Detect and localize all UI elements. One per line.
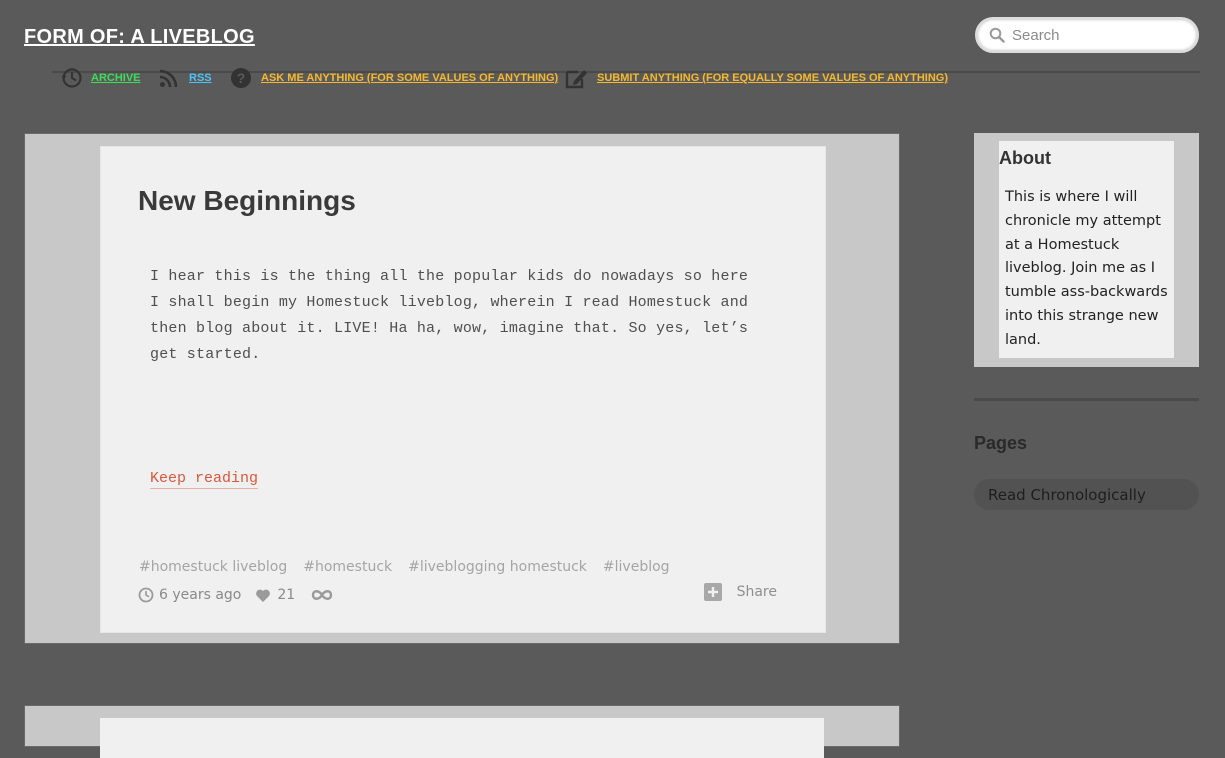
clock-icon: [138, 587, 154, 603]
tag-link[interactable]: #liveblog: [603, 559, 670, 575]
nav-ask-label: ASK ME ANYTHING (FOR SOME VALUES OF ANYT…: [261, 72, 559, 84]
post-container: New Beginnings I hear this is the thing …: [24, 133, 900, 644]
sidebar-divider: [974, 398, 1199, 401]
search-icon: [989, 27, 1005, 47]
nav-rss-label: RSS: [189, 72, 212, 84]
blog-title-link[interactable]: FORM OF: A LIVEBLOG: [24, 26, 255, 49]
post-timestamp: 6 years ago: [159, 587, 242, 603]
likes-button[interactable]: 21: [255, 587, 295, 603]
about-widget: About This is where I will chronicle my …: [974, 133, 1199, 367]
tag-link[interactable]: #homestuck: [303, 559, 392, 575]
plus-box-icon: [703, 583, 722, 601]
next-post-container: [24, 705, 900, 758]
post-body: I hear this is the thing all the popular…: [150, 268, 749, 363]
nav-rss-link[interactable]: RSS: [158, 66, 212, 90]
post-title[interactable]: New Beginnings: [138, 185, 356, 217]
search-box[interactable]: [975, 17, 1199, 53]
pages-title: Pages: [974, 433, 1028, 453]
post-card: New Beginnings I hear this is the thing …: [100, 146, 826, 633]
infinity-icon: [312, 590, 333, 600]
nav-submit-link[interactable]: SUBMIT ANYTHING (FOR EQUALLY SOME VALUES…: [564, 66, 948, 90]
post-tags: #homestuck liveblog #homestuck #liveblog…: [139, 559, 670, 575]
rss-icon: [159, 69, 178, 88]
question-icon: ?: [231, 68, 251, 88]
tag-link[interactable]: #homestuck liveblog: [139, 559, 287, 575]
nav-archive-link[interactable]: ARCHIVE: [60, 66, 141, 90]
likes-count: 21: [277, 587, 296, 603]
timestamp-link[interactable]: 6 years ago: [138, 587, 241, 603]
reblog-link[interactable]: [310, 588, 334, 602]
search-input[interactable]: [1010, 23, 1189, 47]
nav-submit-label: SUBMIT ANYTHING (FOR EQUALLY SOME VALUES…: [597, 72, 948, 84]
nav-archive-label: ARCHIVE: [91, 72, 141, 84]
keep-reading-link[interactable]: Keep reading: [150, 470, 259, 489]
tag-link[interactable]: #liveblogging homestuck: [408, 559, 587, 575]
svg-text:?: ?: [237, 70, 246, 86]
heart-icon: [256, 589, 271, 602]
share-label: Share: [736, 584, 777, 600]
nav-ask-link[interactable]: ? ASK ME ANYTHING (FOR SOME VALUES OF AN…: [230, 66, 558, 90]
edit-icon: [565, 70, 587, 89]
share-button[interactable]: Share: [703, 583, 777, 601]
next-post-card: [100, 718, 824, 758]
about-text: This is where I will chronicle my attemp…: [1005, 189, 1168, 348]
about-title: About: [999, 148, 1051, 168]
read-chronologically-link[interactable]: Read Chronologically: [974, 479, 1199, 510]
post-meta: 6 years ago 21: [138, 585, 334, 605]
clock-icon: [61, 68, 82, 88]
